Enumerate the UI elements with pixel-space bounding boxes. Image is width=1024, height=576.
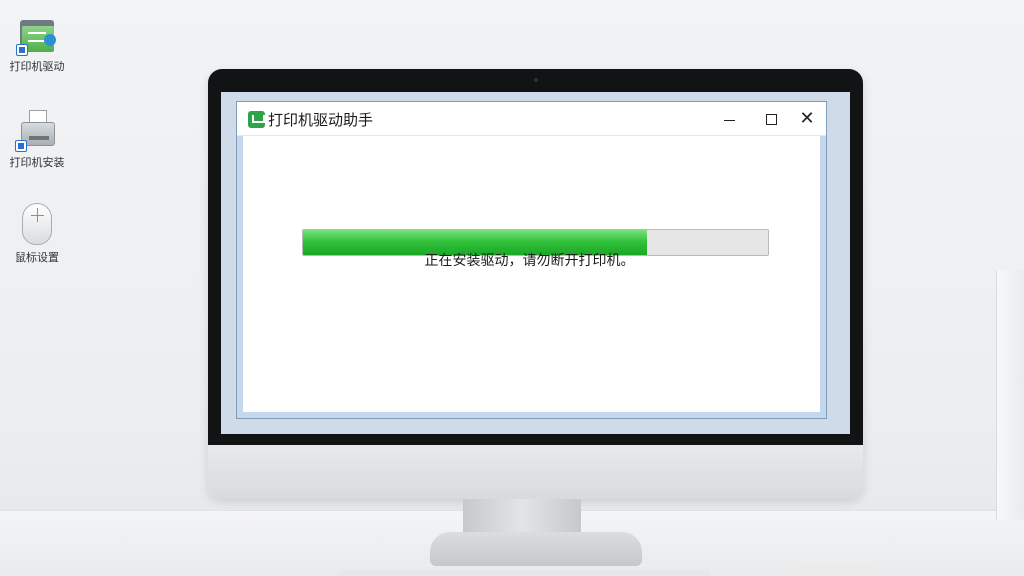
camera-icon — [534, 78, 538, 82]
window-titlebar[interactable]: 打印机驱动助手 ✕ — [237, 102, 826, 136]
desktop-icon-label: 打印机驱动 — [9, 60, 65, 73]
window-content — [243, 136, 820, 412]
app-logo-icon — [248, 111, 265, 128]
printer-driver-folder-icon — [16, 18, 56, 56]
background-object — [996, 270, 1024, 520]
mouse-icon — [22, 203, 52, 245]
maximize-button[interactable] — [753, 105, 789, 133]
minimize-icon — [724, 120, 735, 121]
close-icon: ✕ — [799, 108, 815, 129]
desktop-icon-label: 鼠标设置 — [15, 251, 59, 264]
printer-driver-window: 打印机驱动助手 ✕ 正在安装驱动，请勿断开打印机。 — [236, 101, 827, 419]
shortcut-badge-icon — [15, 140, 27, 152]
monitor-stand-base — [430, 532, 642, 566]
close-button[interactable]: ✕ — [789, 105, 825, 133]
printer-icon — [15, 110, 57, 152]
window-title: 打印机驱动助手 — [268, 111, 374, 129]
keyboard — [340, 570, 710, 576]
physical-mouse — [790, 566, 880, 576]
shortcut-badge-icon — [16, 44, 28, 56]
desktop-icon-printer-driver[interactable]: 打印机驱动 — [2, 18, 72, 74]
desktop-icon-label: 打印机安装 — [9, 156, 65, 169]
monitor-chin — [208, 445, 863, 499]
install-status-text: 正在安装驱动，请勿断开打印机。 — [424, 253, 635, 269]
maximize-icon — [766, 114, 777, 125]
minimize-button[interactable] — [711, 105, 747, 133]
desktop-icon-printer-install[interactable]: 打印机安装 — [2, 110, 72, 170]
desktop-icon-mouse-settings[interactable]: 鼠标设置 — [2, 203, 72, 265]
